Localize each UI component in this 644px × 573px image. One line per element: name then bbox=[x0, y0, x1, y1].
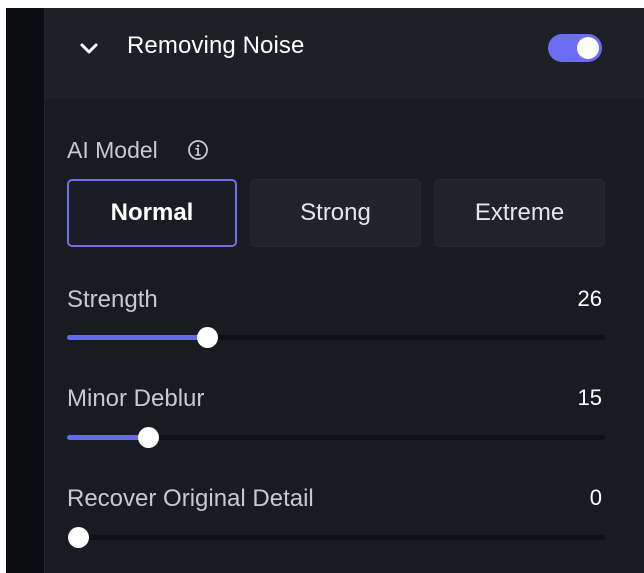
panel-header[interactable]: Removing Noise bbox=[45, 8, 644, 99]
side-strip bbox=[6, 8, 44, 573]
minor-deblur-value: 15 bbox=[577, 385, 602, 410]
strength-label: Strength bbox=[67, 286, 158, 313]
recover-detail-thumb[interactable] bbox=[68, 527, 89, 548]
ai-model-label: AI Model bbox=[67, 137, 158, 163]
model-option-normal[interactable]: Normal bbox=[67, 179, 237, 247]
minor-deblur-label: Minor Deblur bbox=[67, 385, 205, 412]
minor-deblur-slider[interactable] bbox=[67, 427, 605, 448]
minor-deblur-thumb[interactable] bbox=[137, 427, 159, 448]
strength-slider[interactable] bbox=[67, 327, 605, 348]
strength-fill bbox=[67, 335, 207, 340]
minor-deblur-fill bbox=[67, 435, 148, 440]
info-circle-icon[interactable] bbox=[187, 139, 209, 161]
recover-detail-value: 0 bbox=[589, 485, 602, 510]
app-window: Removing Noise AI Model Normal Strong Ex… bbox=[6, 8, 644, 573]
model-option-extreme[interactable]: Extreme bbox=[434, 179, 605, 247]
recover-detail-slider[interactable] bbox=[67, 527, 605, 548]
removing-noise-panel: Removing Noise AI Model Normal Strong Ex… bbox=[44, 8, 644, 573]
recover-detail-label: Recover Original Detail bbox=[67, 485, 314, 512]
enable-toggle[interactable] bbox=[548, 34, 602, 62]
toggle-knob bbox=[577, 37, 599, 59]
panel-title: Removing Noise bbox=[127, 32, 305, 59]
chevron-down-icon[interactable] bbox=[78, 38, 100, 60]
strength-thumb[interactable] bbox=[196, 327, 218, 348]
model-option-strong[interactable]: Strong bbox=[250, 179, 421, 247]
strength-value: 26 bbox=[577, 286, 602, 311]
